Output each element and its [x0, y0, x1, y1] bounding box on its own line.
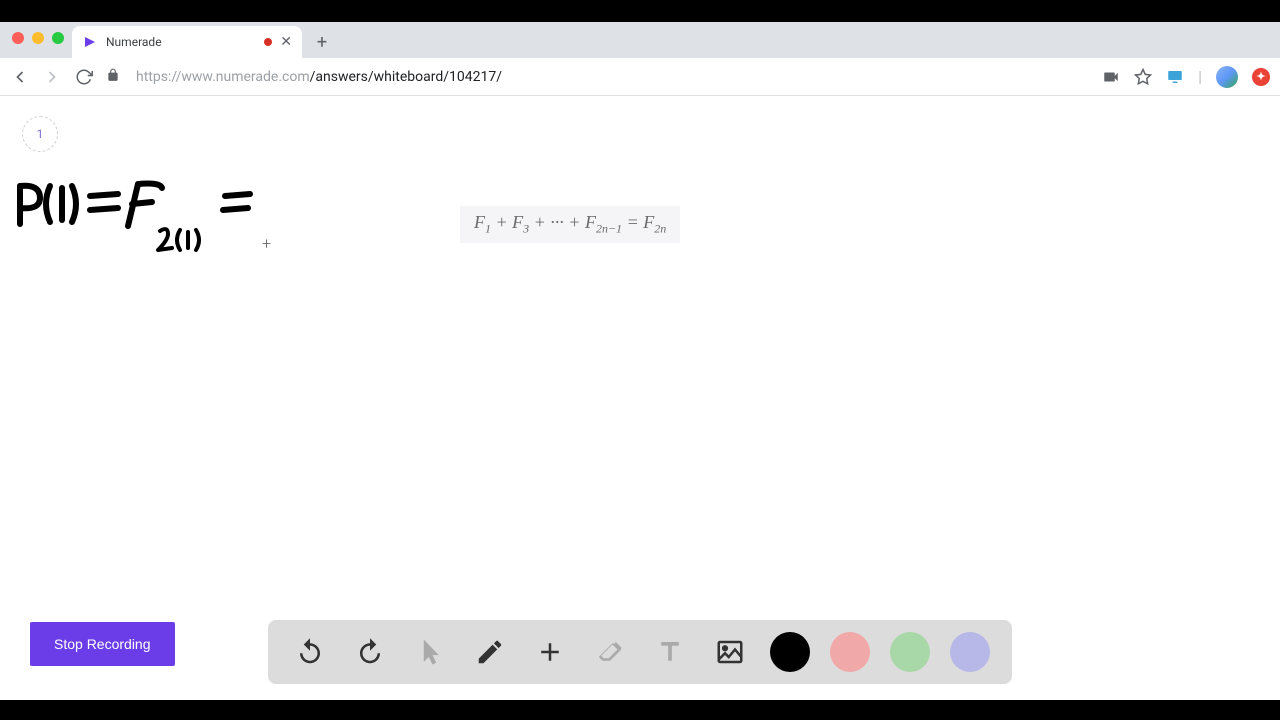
window-close-button[interactable] [12, 32, 24, 44]
cursor-crosshair-icon: + [262, 234, 271, 253]
eraser-tool[interactable] [590, 632, 630, 672]
back-button[interactable] [10, 67, 30, 87]
color-black[interactable] [770, 632, 810, 672]
browser-tab[interactable]: Numerade ✕ [72, 26, 302, 58]
forward-button[interactable] [42, 67, 62, 87]
text-tool[interactable] [650, 632, 690, 672]
whiteboard-canvas[interactable]: 1 [0, 96, 1280, 700]
screen-share-icon[interactable] [1166, 68, 1184, 86]
typeset-equation[interactable]: F1 + F3 + ··· + F2n−1 = F2n [460, 206, 680, 243]
new-tab-button[interactable]: + [308, 28, 336, 56]
add-tool[interactable] [530, 632, 570, 672]
tab-close-button[interactable]: ✕ [280, 35, 292, 49]
window-controls [12, 32, 64, 44]
tab-bar: Numerade ✕ + [0, 22, 1280, 58]
addr-right-icons: | ✦ [1102, 66, 1270, 88]
star-icon[interactable] [1134, 68, 1152, 86]
whiteboard-toolbar [268, 620, 1012, 684]
url-path: /answers/whiteboard/104217/ [310, 69, 502, 85]
url-field[interactable]: https://www.numerade.com/answers/whitebo… [136, 69, 1090, 85]
camera-icon[interactable] [1102, 68, 1120, 86]
lock-icon [106, 67, 120, 86]
address-bar: https://www.numerade.com/answers/whitebo… [0, 58, 1280, 96]
image-tool[interactable] [710, 632, 750, 672]
redo-button[interactable] [350, 632, 390, 672]
pointer-tool[interactable] [410, 632, 450, 672]
divider: | [1198, 67, 1202, 86]
browser-window: Numerade ✕ + https://www.numerade.com/an… [0, 22, 1280, 700]
window-maximize-button[interactable] [52, 32, 64, 44]
page-number: 1 [37, 127, 44, 141]
window-minimize-button[interactable] [32, 32, 44, 44]
url-host: https://www.numerade.com [136, 69, 310, 85]
handwritten-equation [10, 176, 310, 280]
reload-button[interactable] [74, 68, 94, 86]
stop-recording-button[interactable]: Stop Recording [30, 622, 175, 666]
recording-indicator-icon [264, 38, 272, 46]
page-number-badge[interactable]: 1 [22, 116, 58, 152]
equation-content: F1 + F3 + ··· + F2n−1 = F2n [474, 212, 666, 232]
color-pink[interactable] [830, 632, 870, 672]
tab-title: Numerade [106, 35, 256, 49]
color-purple[interactable] [950, 632, 990, 672]
extension-icon[interactable]: ✦ [1252, 68, 1270, 86]
tab-favicon-icon [82, 34, 98, 50]
undo-button[interactable] [290, 632, 330, 672]
profile-avatar[interactable] [1216, 66, 1238, 88]
color-green[interactable] [890, 632, 930, 672]
pen-tool[interactable] [470, 632, 510, 672]
